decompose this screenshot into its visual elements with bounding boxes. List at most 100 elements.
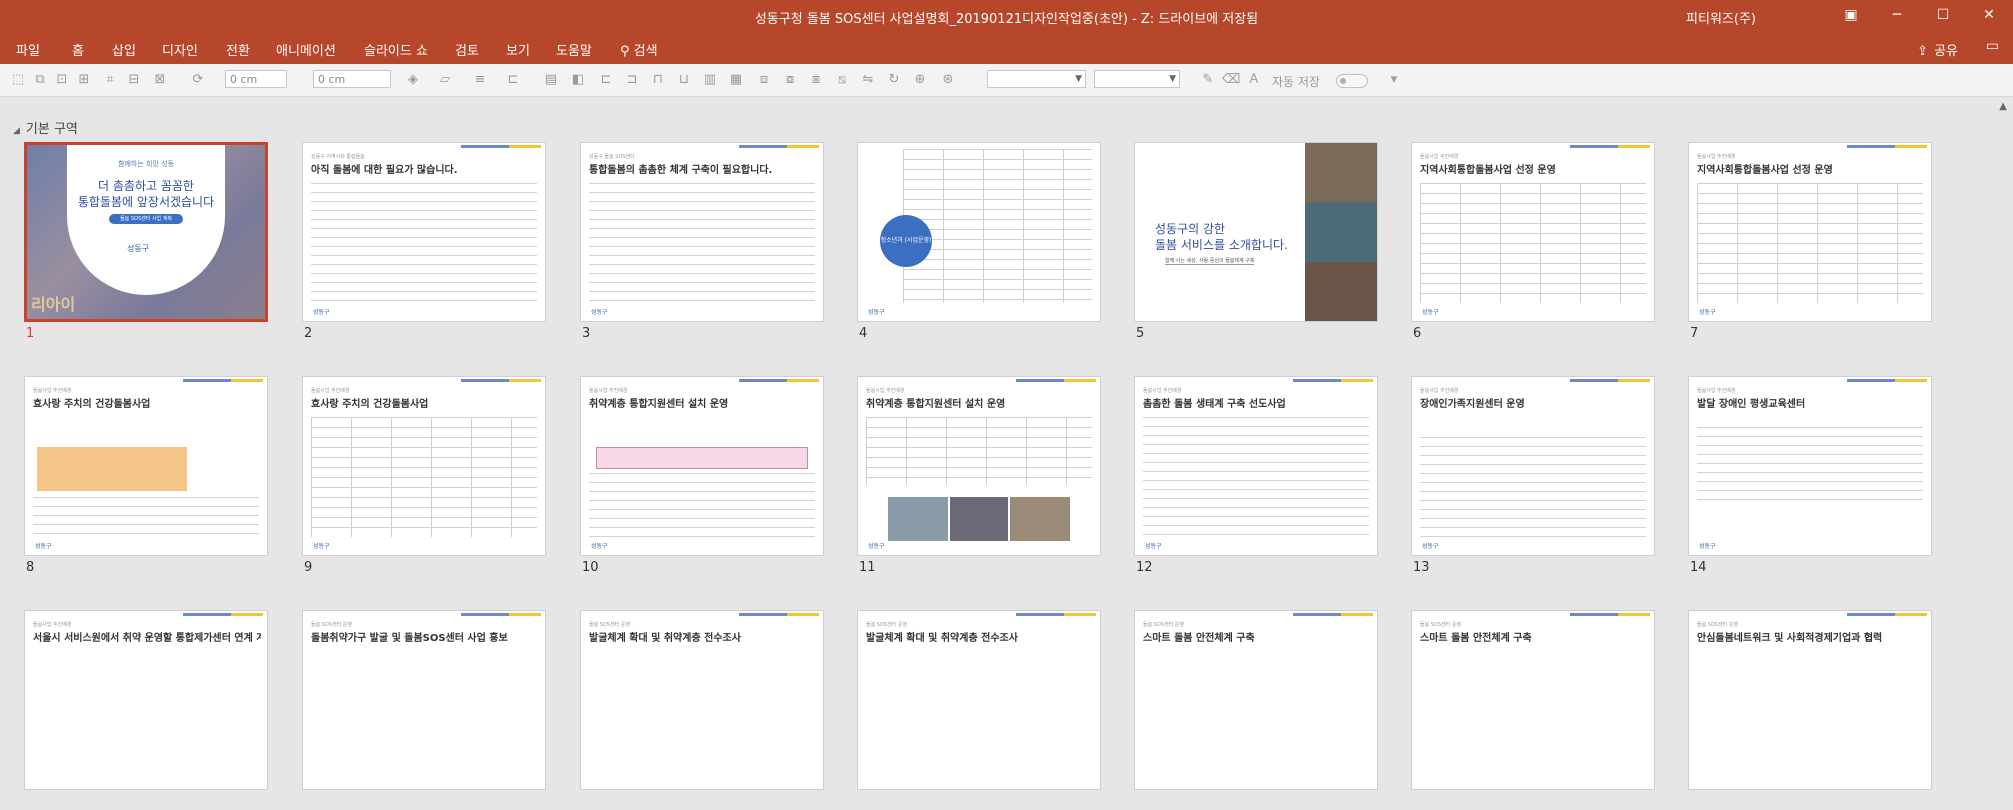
- tab-design[interactable]: 디자인: [162, 40, 198, 59]
- slide-11[interactable]: 돌봄사업 추진배경 취약계층 통합지원센터 설치 운영 성동구: [857, 376, 1101, 556]
- slide-thumbnail-9[interactable]: 돌봄사업 추진배경 효사랑 주치의 건강돌봄사업 성동구 9: [302, 376, 546, 576]
- slide-thumbnail-18[interactable]: 돌봄 SOS센터 운영 발굴체계 확대 및 취약계층 전수조사: [857, 610, 1101, 810]
- search-tab[interactable]: ⚲ 검색: [620, 40, 658, 59]
- maximize-icon[interactable]: ☐: [1920, 0, 1966, 32]
- slide-20[interactable]: 돌봄 SOS센터 운영 스마트 돌봄 안전체계 구축: [1411, 610, 1655, 790]
- slide-10[interactable]: 돌봄사업 추진배경 취약계층 통합지원센터 설치 운영 성동구: [580, 376, 824, 556]
- minimize-icon[interactable]: ─: [1874, 0, 1920, 32]
- flip-icon[interactable]: ⇋: [860, 72, 876, 88]
- select-icon[interactable]: ⬚: [10, 72, 26, 88]
- slide-7[interactable]: 돌봄사업 추진배경 지역사회통합돌봄사업 선정 운영 성동구: [1688, 142, 1932, 322]
- bring-forward-icon[interactable]: ⧈: [756, 72, 772, 88]
- slide-5[interactable]: 성동구의 강한 돌봄 서비스를 소개합니다. 함께 사는 세상, 사람 중심의 …: [1134, 142, 1378, 322]
- slide-thumbnail-14[interactable]: 돌봄사업 추진배경 발달 장애인 평생교육센터 성동구 14: [1688, 376, 1932, 576]
- group-objects-icon[interactable]: ⧆: [808, 72, 824, 88]
- slide-9[interactable]: 돌봄사업 추진배경 효사랑 주치의 건강돌봄사업 성동구: [302, 376, 546, 556]
- text-box-icon[interactable]: ▤: [543, 72, 559, 88]
- share-button[interactable]: ⇪ 공유: [1917, 40, 1958, 59]
- tab-view[interactable]: 보기: [506, 40, 530, 59]
- slide-15[interactable]: 돌봄사업 추진배경 서울시 서비스원에서 취약 운영할 통합제가센터 연계 계획: [24, 610, 268, 790]
- align-icon[interactable]: ⊞: [76, 72, 92, 88]
- outline-icon[interactable]: ▱: [437, 72, 453, 88]
- slide-thumbnail-12[interactable]: 돌봄사업 추진배경 촘촘한 돌봄 생태계 구축 선도사업 성동구 12: [1134, 376, 1378, 576]
- autosave-toggle[interactable]: [1336, 74, 1368, 88]
- line-weight-icon[interactable]: ≡: [472, 72, 488, 88]
- clear-format-icon[interactable]: ⌫: [1222, 72, 1240, 88]
- slide-thumbnail-16[interactable]: 돌봄 SOS센터 운영 돌봄취약가구 발굴 및 돌봄SOS센터 사업 홍보: [302, 610, 546, 810]
- rotate-icon[interactable]: ⟳: [190, 72, 206, 88]
- shape-height-input[interactable]: 0 cm: [313, 70, 391, 88]
- font-dropdown[interactable]: ▼: [987, 70, 1086, 88]
- slide-thumbnail-20[interactable]: 돌봄 SOS센터 운영 스마트 돌봄 안전체계 구축: [1411, 610, 1655, 810]
- align-middle-icon[interactable]: ▥: [702, 72, 718, 88]
- rotate-right-icon[interactable]: ↻: [886, 72, 902, 88]
- slide-thumbnail-1[interactable]: 함께하는 희망 성동 더 촘촘하고 꼼꼼한 통합돌봄에 앞장서겠습니다 돌봄 S…: [24, 142, 268, 342]
- slide-4[interactable]: 청소년과 (사업운영) 성동구: [857, 142, 1101, 322]
- slide-3[interactable]: 성동구 돌봄 SOS센터 통합돌봄의 촘촘한 체계 구축이 필요합니다. 성동구: [580, 142, 824, 322]
- slide-14[interactable]: 돌봄사업 추진배경 발달 장애인 평생교육센터 성동구: [1688, 376, 1932, 556]
- edit-points-icon[interactable]: ⊛: [940, 72, 956, 88]
- slide-16[interactable]: 돌봄 SOS센터 운영 돌봄취약가구 발굴 및 돌봄SOS센터 사업 홍보: [302, 610, 546, 790]
- slide-thumbnail-11[interactable]: 돌봄사업 추진배경 취약계층 통합지원센터 설치 운영 성동구 11: [857, 376, 1101, 576]
- shape-width-input[interactable]: 0 cm: [225, 70, 287, 88]
- slide-18[interactable]: 돌봄 SOS센터 운영 발굴체계 확대 및 취약계층 전수조사: [857, 610, 1101, 790]
- comments-icon[interactable]: ▭: [1986, 38, 1999, 54]
- slide-thumbnail-6[interactable]: 돌봄사업 추진배경 지역사회통합돌봄사업 선정 운영 성동구 6: [1411, 142, 1655, 342]
- arrange-icon[interactable]: ⊏: [505, 72, 521, 88]
- distribute-icon[interactable]: ⊠: [152, 72, 168, 88]
- align-right-icon[interactable]: ⊓: [650, 72, 666, 88]
- slide-thumbnail-19[interactable]: 돌봄 SOS센터 운영 스마트 돌봄 안전체계 구축: [1134, 610, 1378, 810]
- slide-thumbnail-3[interactable]: 성동구 돌봄 SOS센터 통합돌봄의 촘촘한 체계 구축이 필요합니다. 성동구…: [580, 142, 824, 342]
- slide-17[interactable]: 돌봄 SOS센터 운영 발굴체계 확대 및 취약계층 전수조사: [580, 610, 824, 790]
- slide-21[interactable]: 돌봄 SOS센터 운영 안심돌봄네트워크 및 사회적경제기업과 협력: [1688, 610, 1932, 790]
- tab-review[interactable]: 검토: [455, 40, 479, 59]
- tab-slideshow[interactable]: 슬라이드 쇼: [364, 40, 428, 59]
- select-all-icon[interactable]: ⧉: [32, 72, 48, 88]
- slide-thumbnail-4[interactable]: 청소년과 (사업운영) 성동구 4: [857, 142, 1101, 342]
- crop-icon[interactable]: ⌗: [102, 72, 118, 88]
- send-backward-icon[interactable]: ⧇: [782, 72, 798, 88]
- slide-thumbnail-21[interactable]: 돌봄 SOS센터 운영 안심돌봄네트워크 및 사회적경제기업과 협력: [1688, 610, 1932, 810]
- customize-toolbar-icon[interactable]: ▾: [1386, 72, 1402, 88]
- slide-12[interactable]: 돌봄사업 추진배경 촘촘한 돌봄 생태계 구축 선도사업 성동구: [1134, 376, 1378, 556]
- section-header[interactable]: ◢ 기본 구역: [13, 118, 78, 137]
- slide-title: 발굴체계 확대 및 취약계층 전수조사: [589, 633, 741, 644]
- slide-thumbnail-2[interactable]: 성동구 지역사회 통합돌봄 아직 돌봄에 대한 필요가 많습니다. 성동구 2: [302, 142, 546, 342]
- scroll-up-icon[interactable]: ▲: [1999, 101, 2007, 112]
- close-icon[interactable]: ✕: [1966, 0, 2012, 32]
- slide-6[interactable]: 돌봄사업 추진배경 지역사회통합돌봄사업 선정 운영 성동구: [1411, 142, 1655, 322]
- resize-icon[interactable]: ⊟: [126, 72, 142, 88]
- tab-animations[interactable]: 애니메이션: [276, 40, 336, 59]
- slide-thumbnail-8[interactable]: 돌봄사업 추진배경 효사랑 주치의 건강돌봄사업 성동구 8: [24, 376, 268, 576]
- slide-1[interactable]: 함께하는 희망 성동 더 촘촘하고 꼼꼼한 통합돌봄에 앞장서겠습니다 돌봄 S…: [24, 142, 268, 322]
- slide-19[interactable]: 돌봄 SOS센터 운영 스마트 돌봄 안전체계 구축: [1134, 610, 1378, 790]
- slide-13[interactable]: 돌봄사업 추진배경 장애인가족지원센터 운영 성동구: [1411, 376, 1655, 556]
- slide-8[interactable]: 돌봄사업 추진배경 효사랑 주치의 건강돌봄사업 성동구: [24, 376, 268, 556]
- ungroup-icon[interactable]: ⧅: [834, 72, 850, 88]
- slide-thumbnail-5[interactable]: 성동구의 강한 돌봄 서비스를 소개합니다. 함께 사는 세상, 사람 중심의 …: [1134, 142, 1378, 342]
- slide-thumbnail-15[interactable]: 돌봄사업 추진배경 서울시 서비스원에서 취약 운영할 통합제가센터 연계 계획: [24, 610, 268, 810]
- tab-file[interactable]: 파일: [16, 40, 40, 59]
- font-size-dropdown[interactable]: ▼: [1094, 70, 1180, 88]
- align-bottom-icon[interactable]: ▦: [728, 72, 744, 88]
- tab-transitions[interactable]: 전환: [226, 40, 250, 59]
- tab-help[interactable]: 도움말: [556, 40, 592, 59]
- tab-home[interactable]: 홈: [72, 40, 84, 59]
- user-account[interactable]: 피티워즈(주): [1686, 8, 1756, 27]
- format-painter-icon[interactable]: ✎: [1200, 72, 1216, 88]
- slide-thumbnail-7[interactable]: 돌봄사업 추진배경 지역사회통합돌봄사업 선정 운영 성동구 7: [1688, 142, 1932, 342]
- text-effects-icon[interactable]: Ａ: [1246, 72, 1262, 88]
- align-center-icon[interactable]: ⊐: [624, 72, 640, 88]
- align-top-icon[interactable]: ⊔: [676, 72, 692, 88]
- fill-icon[interactable]: ◈: [405, 72, 421, 88]
- group-icon[interactable]: ⊡: [54, 72, 70, 88]
- merge-shapes-icon[interactable]: ⊕: [912, 72, 928, 88]
- tab-insert[interactable]: 삽입: [112, 40, 136, 59]
- slide-thumbnail-10[interactable]: 돌봄사업 추진배경 취약계층 통합지원센터 설치 운영 성동구 10: [580, 376, 824, 576]
- slide-2[interactable]: 성동구 지역사회 통합돌봄 아직 돌봄에 대한 필요가 많습니다. 성동구: [302, 142, 546, 322]
- shape-icon[interactable]: ◧: [570, 72, 586, 88]
- slide-thumbnail-13[interactable]: 돌봄사업 추진배경 장애인가족지원센터 운영 성동구 13: [1411, 376, 1655, 576]
- ribbon-display-icon[interactable]: ▣: [1828, 0, 1874, 32]
- align-left-icon[interactable]: ⊏: [598, 72, 614, 88]
- slide-thumbnail-17[interactable]: 돌봄 SOS센터 운영 발굴체계 확대 및 취약계층 전수조사: [580, 610, 824, 810]
